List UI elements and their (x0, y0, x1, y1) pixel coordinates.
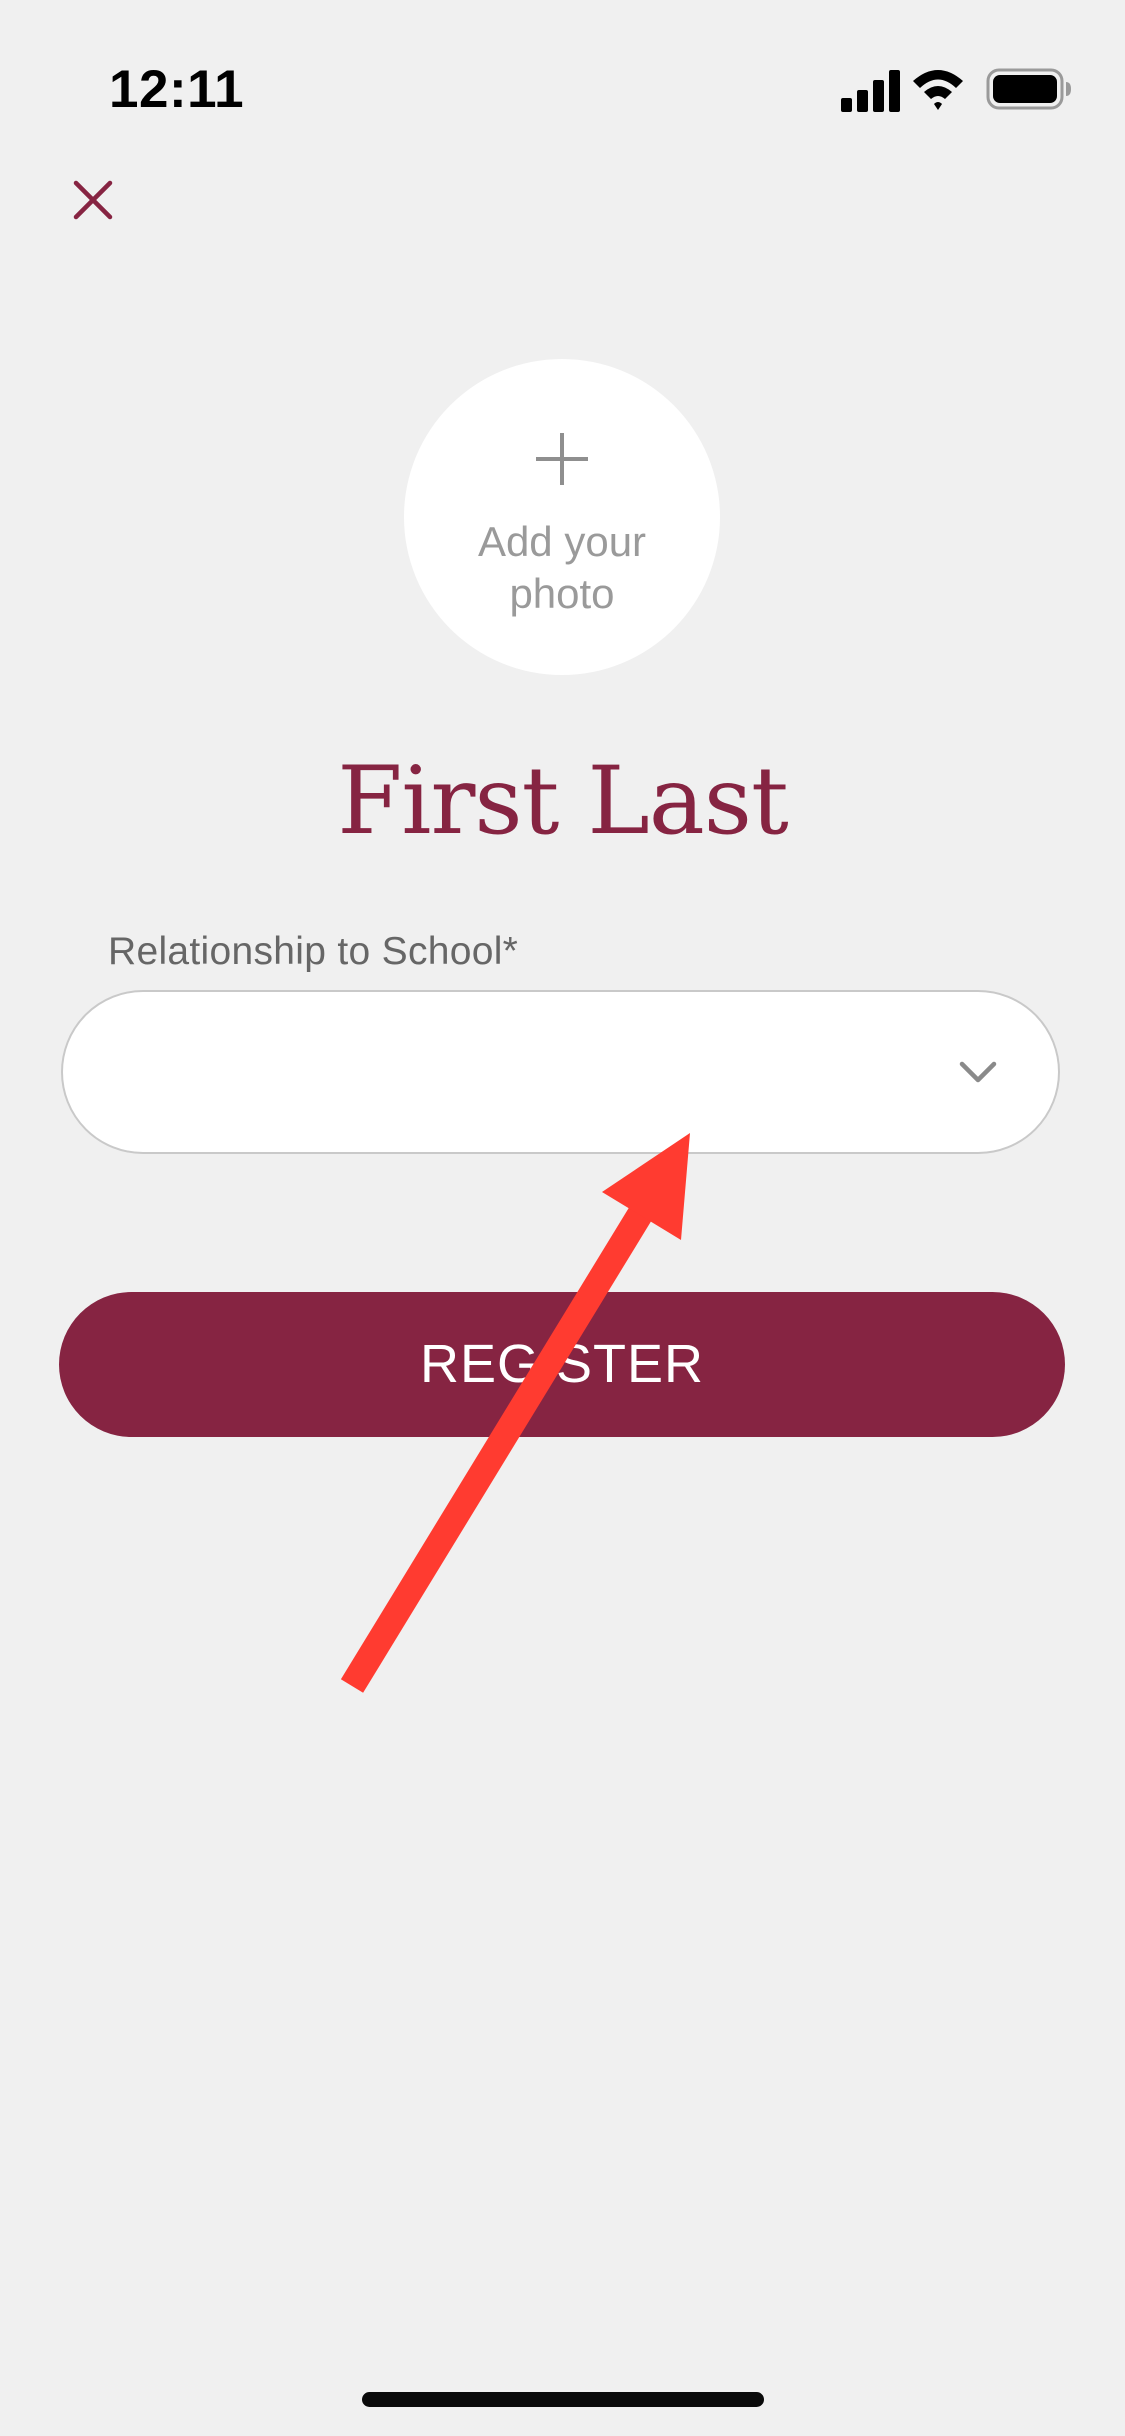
profile-name: First Last (337, 747, 789, 856)
wifi-icon (913, 70, 963, 110)
register-button[interactable]: REGISTER (59, 1292, 1065, 1437)
plus-icon (536, 433, 588, 485)
add-photo-label: Add your photo (477, 518, 647, 617)
relationship-select[interactable] (61, 990, 1060, 1154)
chevron-down-icon (959, 1061, 997, 1083)
battery-icon (986, 68, 1071, 110)
relationship-label: Relationship to School* (108, 930, 519, 973)
close-button[interactable] (60, 167, 126, 233)
close-icon (73, 180, 113, 220)
signal-icon (841, 70, 900, 112)
add-photo-button[interactable]: Add your photo (404, 359, 720, 675)
status-time: 12:11 (109, 60, 245, 119)
home-indicator (362, 2392, 764, 2407)
